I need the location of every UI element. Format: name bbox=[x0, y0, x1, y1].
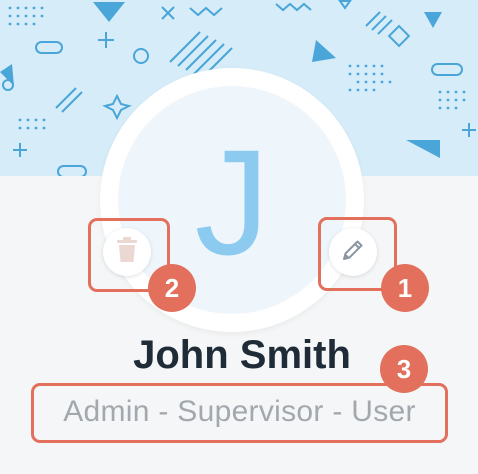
callout-badge-edit: 1 bbox=[381, 264, 429, 312]
callout-badge-delete: 2 bbox=[148, 264, 196, 312]
profile-card: J John Smith Admin - Supervisor - User 1… bbox=[0, 0, 478, 474]
user-roles: Admin - Supervisor - User bbox=[63, 395, 416, 428]
callout-badge-roles: 3 bbox=[380, 345, 428, 393]
avatar-initial: J bbox=[194, 118, 270, 286]
